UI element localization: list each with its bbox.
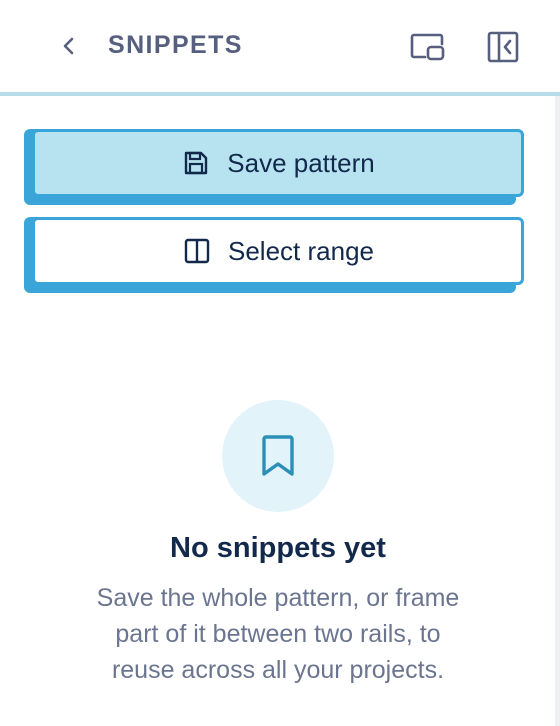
select-range-label: Select range: [228, 235, 374, 266]
empty-state-description-line: part of it between two rails, to: [115, 620, 441, 648]
empty-state-title: No snippets yet: [170, 532, 386, 564]
back-button[interactable]: [54, 30, 84, 62]
bookmark-icon: [262, 435, 294, 476]
floppy-disk-icon: [181, 148, 211, 178]
picture-in-picture-icon: [410, 33, 445, 61]
select-range-button[interactable]: Select range: [32, 217, 524, 285]
scroll-rail: [555, 92, 560, 726]
chevron-left-icon: [63, 37, 74, 55]
empty-state-description-line: Save the whole pattern, or frame: [96, 584, 460, 612]
empty-state-badge: [222, 400, 334, 512]
collapse-panel-button[interactable]: [484, 28, 522, 66]
select-range-button-shadow: Select range: [24, 217, 524, 293]
empty-state-description-line: reuse across all your projects.: [111, 656, 445, 684]
collapse-panel-icon: [487, 31, 519, 63]
panel-title: SNIPPETS: [108, 31, 243, 59]
picture-in-picture-button[interactable]: [408, 28, 446, 66]
empty-state-description: Save the whole pattern, or frame part of…: [40, 580, 516, 688]
split-columns-icon: [182, 236, 212, 266]
save-pattern-button[interactable]: Save pattern: [32, 129, 524, 197]
panel-header: SNIPPETS: [0, 0, 560, 96]
snippets-panel: SNIPPETS Save pattern Select range No sn…: [0, 0, 560, 726]
save-pattern-button-shadow: Save pattern: [24, 129, 524, 205]
save-pattern-label: Save pattern: [227, 147, 375, 178]
